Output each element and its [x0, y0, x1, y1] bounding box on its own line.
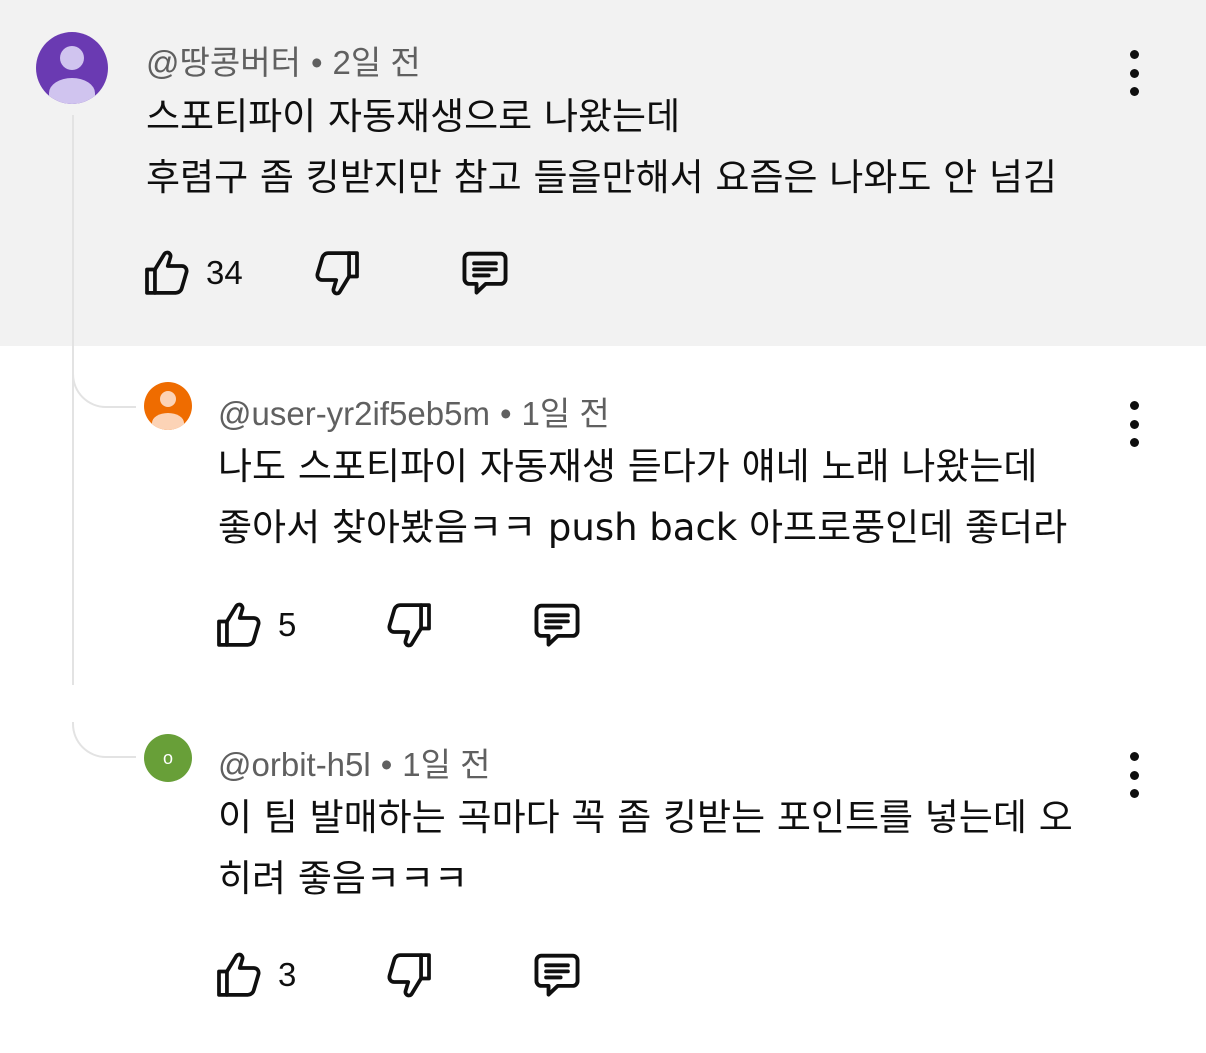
- timestamp[interactable]: 2일 전: [333, 44, 421, 81]
- thumb-down-icon: [387, 953, 431, 998]
- comment-meta: @땅콩버터 • 2일 전: [146, 36, 421, 84]
- thumb-down-icon: [387, 603, 431, 648]
- author-name[interactable]: @땅콩버터: [146, 44, 301, 81]
- comment-line: 이 팀 발매하는 곡마다 꼭 좀 킹받는 포인트를 넣는데 오: [218, 796, 1073, 839]
- timestamp[interactable]: 1일 전: [522, 395, 610, 432]
- avatar[interactable]: [36, 32, 108, 104]
- comment-meta: @orbit-h5l • 1일 전: [218, 738, 491, 786]
- thumb-down-icon: [315, 251, 359, 296]
- reply-comment-icon: [534, 603, 580, 647]
- like-button[interactable]: 3: [212, 946, 296, 1004]
- comment-text: 나도 스포티파이 자동재생 듣다가 얘네 노래 나왔는데 좋아서 찾아봤음ㅋㅋ …: [218, 436, 1067, 558]
- comment-line: 스포티파이 자동재생으로 나왔는데: [146, 95, 681, 138]
- more-vert-icon[interactable]: [1124, 50, 1144, 96]
- thumb-up-icon: [217, 602, 261, 647]
- like-button[interactable]: 5: [212, 596, 296, 654]
- reply-thread-line: [72, 115, 74, 685]
- timestamp[interactable]: 1일 전: [402, 746, 490, 783]
- comment-line: 히려 좋음ㅋㅋㅋ: [218, 857, 469, 900]
- comment-text: 이 팀 발매하는 곡마다 꼭 좀 킹받는 포인트를 넣는데 오 히려 좋음ㅋㅋㅋ: [218, 787, 1073, 909]
- dislike-button[interactable]: [308, 244, 364, 302]
- reply-comment-icon: [462, 251, 508, 295]
- thumb-up-icon: [145, 250, 189, 295]
- avatar[interactable]: [144, 382, 192, 430]
- reply-thread-connector: [72, 372, 136, 408]
- comment-meta: @user-yr2if5eb5m • 1일 전: [218, 387, 610, 435]
- comment-line: 나도 스포티파이 자동재생 듣다가 얘네 노래 나왔는데: [218, 445, 1038, 488]
- comment-line: 후렴구 좀 킹받지만 참고 들을만해서 요즘은 나와도 안 넘김: [146, 156, 1058, 199]
- comment-line: 좋아서 찾아봤음ㅋㅋ push back 아프로풍인데 좋더라: [218, 506, 1068, 549]
- separator-dot: •: [380, 746, 393, 783]
- more-vert-icon[interactable]: [1124, 752, 1144, 798]
- reply-button[interactable]: [528, 596, 586, 654]
- like-count: 34: [206, 254, 243, 291]
- reply-button[interactable]: [456, 244, 514, 302]
- reply-thread-connector: [72, 722, 136, 758]
- separator-dot: •: [499, 395, 512, 432]
- comments-panel: @땅콩버터 • 2일 전 스포티파이 자동재생으로 나왔는데 후렴구 좀 킹받지만 …: [0, 0, 1206, 1053]
- dislike-button[interactable]: [380, 946, 436, 1004]
- more-vert-icon[interactable]: [1124, 401, 1144, 447]
- like-button[interactable]: 34: [140, 244, 243, 302]
- like-count: 3: [278, 956, 297, 993]
- dislike-button[interactable]: [380, 596, 436, 654]
- avatar-letter: o: [162, 747, 173, 768]
- author-name[interactable]: @orbit-h5l: [218, 746, 371, 783]
- author-name[interactable]: @user-yr2if5eb5m: [218, 395, 490, 432]
- reply-comment-icon: [534, 953, 580, 997]
- separator-dot: •: [310, 44, 323, 81]
- avatar[interactable]: o: [144, 734, 192, 782]
- like-count: 5: [278, 606, 297, 643]
- thumb-up-icon: [217, 952, 261, 997]
- reply-button[interactable]: [528, 946, 586, 1004]
- comment-text: 스포티파이 자동재생으로 나왔는데 후렴구 좀 킹받지만 참고 들을만해서 요즘…: [146, 86, 1057, 208]
